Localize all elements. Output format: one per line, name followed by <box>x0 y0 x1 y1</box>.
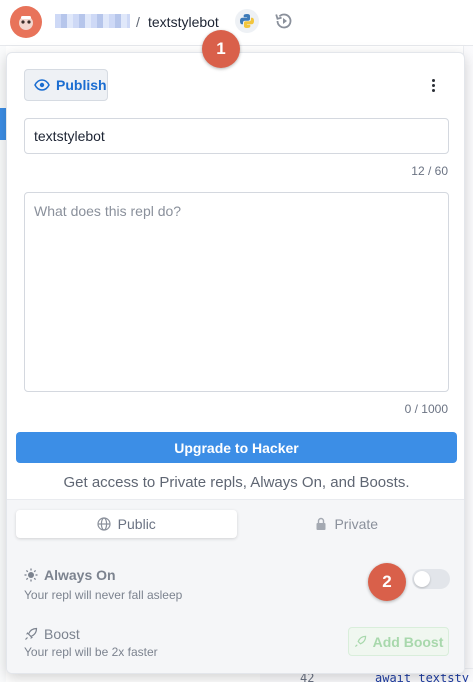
visibility-private-option[interactable]: Private <box>237 510 458 538</box>
visibility-private-label: Private <box>334 516 379 532</box>
description-field[interactable] <box>24 192 449 392</box>
always-on-toggle[interactable] <box>412 569 450 589</box>
always-on-subtitle: Your repl will never fall asleep <box>24 588 183 602</box>
add-boost-label: Add Boost <box>372 633 444 650</box>
repl-name[interactable]: textstylebot <box>148 14 219 30</box>
upgrade-subtitle: Get access to Private repls, Always On, … <box>63 474 410 491</box>
python-icon[interactable] <box>235 9 259 33</box>
boost-label: Boost <box>44 626 80 642</box>
avatar[interactable] <box>10 6 42 38</box>
breadcrumb-separator: / <box>136 14 140 30</box>
boost-subtitle: Your repl will be 2x faster <box>24 645 158 659</box>
sun-icon <box>24 568 38 582</box>
upgrade-button[interactable]: Upgrade to Hacker <box>16 432 457 463</box>
rocket-icon <box>25 627 38 640</box>
rocket-icon <box>354 635 366 648</box>
add-boost-button[interactable]: Add Boost <box>348 627 449 656</box>
toggle-knob <box>414 571 430 587</box>
visibility-public-option[interactable]: Public <box>16 510 237 538</box>
boost-title: Boost <box>24 626 80 642</box>
globe-icon <box>97 517 111 531</box>
eye-icon <box>34 79 50 91</box>
annotation-marker-2: 2 <box>368 563 406 601</box>
lock-icon <box>316 517 326 530</box>
username-blurred[interactable] <box>55 14 130 28</box>
always-on-title: Always On <box>24 567 116 583</box>
more-vertical-icon[interactable] <box>425 75 441 95</box>
repl-name-field[interactable] <box>24 118 449 154</box>
publish-button[interactable]: Publish <box>24 69 108 101</box>
visibility-toggle: Public Private <box>16 510 457 538</box>
publish-button-label: Publish <box>56 77 107 93</box>
history-icon[interactable] <box>273 10 295 32</box>
always-on-label: Always On <box>44 567 116 583</box>
avatar-face-icon <box>19 16 33 30</box>
name-char-count: 12 / 60 <box>411 164 448 178</box>
description-char-count: 0 / 1000 <box>404 402 448 416</box>
visibility-public-label: Public <box>117 516 156 532</box>
annotation-marker-1: 1 <box>202 30 240 68</box>
